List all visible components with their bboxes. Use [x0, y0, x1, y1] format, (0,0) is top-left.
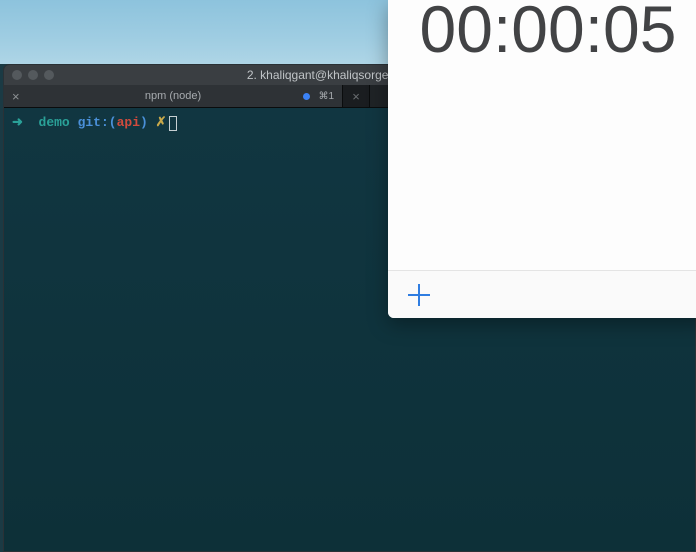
terminal-tab-active[interactable]: × npm (node) ⌘1	[4, 85, 342, 107]
new-tab-close-icon: ×	[352, 89, 360, 104]
prompt-directory: demo	[39, 114, 70, 132]
stopwatch-time-readout: 00:00:05	[420, 0, 677, 62]
stopwatch-toolbar	[388, 270, 696, 318]
prompt-dirty-icon: ✗	[156, 114, 167, 132]
prompt-paren-open: (	[109, 114, 117, 132]
close-tab-icon[interactable]: ×	[12, 90, 20, 103]
prompt-paren-close: )	[140, 114, 148, 132]
terminal-tab-label: npm (node)	[145, 90, 201, 102]
close-window-button[interactable]	[12, 70, 22, 80]
stopwatch-window[interactable]: 00:00:05	[388, 0, 696, 318]
add-lap-button[interactable]	[408, 284, 430, 306]
tab-activity-indicator-icon	[303, 93, 310, 100]
window-controls	[12, 70, 54, 80]
terminal-tab-shortcut: ⌘1	[318, 91, 334, 102]
prompt-arrow-icon: ➜	[12, 114, 23, 132]
prompt-git-label: git:	[78, 114, 109, 132]
minimize-window-button[interactable]	[28, 70, 38, 80]
zoom-window-button[interactable]	[44, 70, 54, 80]
new-tab-button[interactable]: ×	[342, 85, 370, 107]
terminal-cursor	[169, 116, 177, 131]
prompt-branch-name: api	[117, 114, 140, 132]
stopwatch-display-area: 00:00:05	[388, 0, 696, 270]
